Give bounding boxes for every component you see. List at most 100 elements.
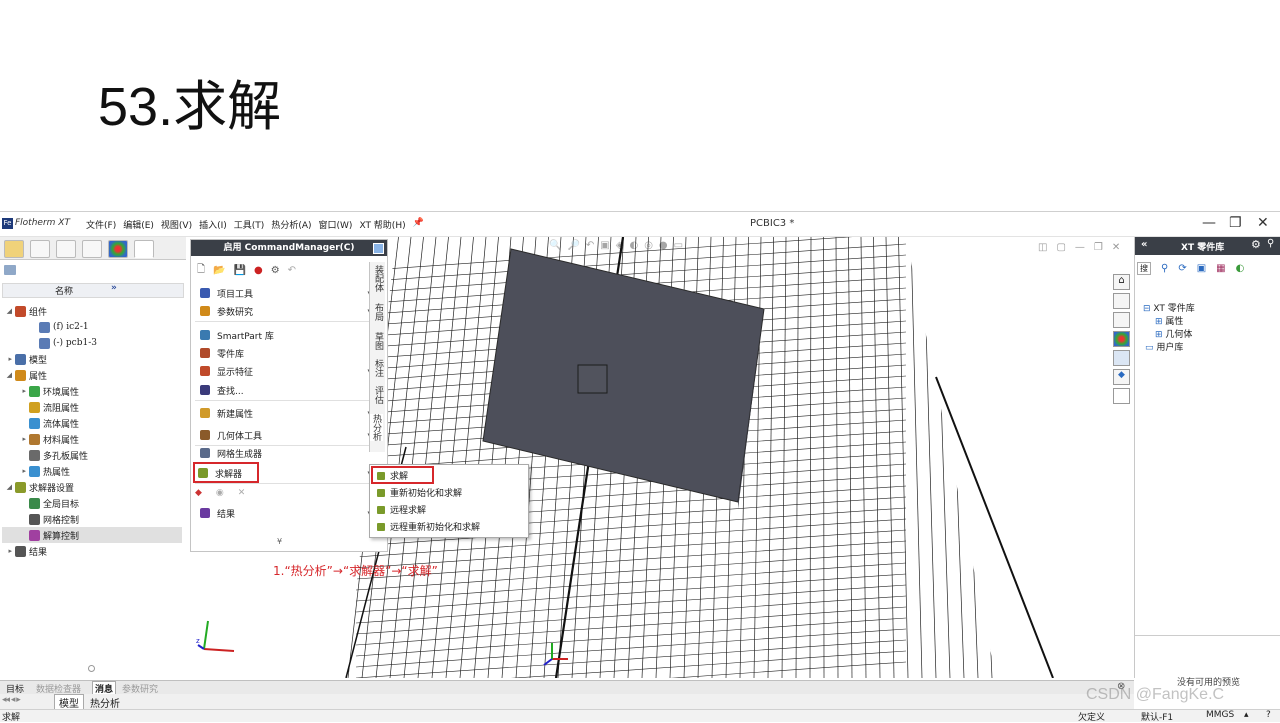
- xt-library-user[interactable]: ▭ 用户库: [1143, 342, 1195, 355]
- tree-item[interactable]: ◢ 求解器设置: [2, 479, 182, 495]
- expand-more-icon[interactable]: ¥: [277, 537, 282, 546]
- xt-library-icon[interactable]: [1113, 388, 1130, 404]
- expand-toggle-icon[interactable]: ▸: [2, 387, 29, 395]
- add-library-icon[interactable]: ▣: [1197, 263, 1206, 274]
- maximize-icon[interactable]: ❐: [1229, 215, 1242, 231]
- appearance-icon[interactable]: ●: [659, 240, 668, 254]
- command-manager-title[interactable]: 启用 CommandManager(C): [191, 240, 387, 256]
- section-view-icon[interactable]: ▣: [600, 240, 609, 254]
- cmd-parametric-study[interactable]: 参数研究▾: [195, 302, 371, 320]
- solve-quick-icon[interactable]: ◆: [195, 488, 202, 498]
- display-style-icon[interactable]: ◐: [629, 240, 638, 254]
- tab-dimxpert-icon[interactable]: [82, 240, 102, 258]
- tab-configuration-icon[interactable]: [56, 240, 76, 258]
- tree-item[interactable]: 全局目标: [2, 495, 182, 511]
- undo-icon[interactable]: ↶: [288, 265, 296, 276]
- xt-icon[interactable]: ◆: [1113, 369, 1130, 385]
- expand-chevron-icon[interactable]: »: [111, 283, 117, 293]
- viewport-tile-icon[interactable]: ▢: [1056, 242, 1065, 253]
- tree-item[interactable]: ▸ 模型: [2, 351, 182, 367]
- tab-thermal-analysis[interactable]: 热分析: [370, 414, 383, 441]
- pin-icon[interactable]: ⚲: [1267, 238, 1274, 249]
- xt-library-root[interactable]: ⊟ XT 零件库: [1143, 303, 1195, 316]
- custom-properties-icon[interactable]: [1113, 350, 1130, 366]
- expand-toggle-icon[interactable]: ▸: [2, 547, 15, 555]
- view-orientation-icon[interactable]: ◈: [616, 240, 624, 254]
- menu-tools[interactable]: 工具(T): [234, 218, 265, 231]
- cmd-smartpart-library[interactable]: SmartPart 库: [195, 326, 371, 344]
- cmd-parts-library[interactable]: 零件库: [195, 344, 371, 362]
- tab-evaluate[interactable]: 评估: [372, 386, 385, 404]
- hide-show-icon[interactable]: ◎: [644, 240, 653, 254]
- zoom-area-icon[interactable]: 🔎: [567, 240, 579, 254]
- minimize-icon[interactable]: —: [1202, 215, 1216, 231]
- expand-toggle-icon[interactable]: ▸: [2, 355, 15, 363]
- tab-markup[interactable]: 标注: [372, 359, 385, 377]
- tree-item[interactable]: 网格控制: [2, 511, 182, 527]
- tree-item[interactable]: (f) ic2-1: [2, 319, 182, 335]
- expand-toggle-icon[interactable]: ◢: [2, 307, 15, 315]
- settings-gear-icon[interactable]: ⚙: [271, 265, 280, 276]
- save-icon[interactable]: 💾: [234, 265, 246, 276]
- settings-gear-icon[interactable]: ⚙: [1251, 238, 1261, 251]
- tree-item[interactable]: ▸ 材料属性: [2, 431, 182, 447]
- submenu-reinit-solve[interactable]: 重新初始化和求解: [372, 484, 524, 501]
- collapse-chevron-icon[interactable]: «: [1141, 239, 1147, 250]
- scene-icon[interactable]: ▭: [674, 240, 683, 254]
- zoom-fit-icon[interactable]: 🔍: [549, 240, 561, 254]
- tree-item[interactable]: ▸ 环境属性: [2, 383, 182, 399]
- stop-icon[interactable]: ◉: [216, 488, 224, 498]
- search-box-icon[interactable]: 搜: [1137, 261, 1151, 275]
- expand-toggle-icon[interactable]: ◢: [2, 371, 15, 379]
- expand-toggle-icon[interactable]: ▸: [2, 435, 29, 443]
- close-icon[interactable]: ✕: [1257, 215, 1269, 231]
- menu-thermal[interactable]: 热分析(A): [271, 218, 311, 231]
- file-explorer-icon[interactable]: [1113, 312, 1130, 328]
- tree-item[interactable]: 流阻属性: [2, 399, 182, 415]
- submenu-remote-solve[interactable]: 远程求解: [372, 501, 524, 518]
- ic-component[interactable]: [577, 364, 608, 394]
- tab-flotherm-icon[interactable]: [134, 240, 154, 258]
- tab-nav-arrows-icon[interactable]: ◂◂ ◂ ▸: [2, 695, 21, 705]
- cancel-icon[interactable]: ✕: [238, 488, 246, 498]
- tree-item[interactable]: ◢ 属性: [2, 367, 182, 383]
- help-icon[interactable]: ?: [1266, 710, 1271, 720]
- tab-feature-manager-icon[interactable]: [4, 240, 24, 258]
- status-units[interactable]: MMGS: [1206, 710, 1234, 720]
- tree-item[interactable]: 流体属性: [2, 415, 182, 431]
- refresh-icon[interactable]: ⟳: [1178, 263, 1186, 274]
- viewport-close-icon[interactable]: ✕: [1112, 242, 1120, 253]
- open-icon[interactable]: 📂: [213, 265, 225, 276]
- expand-toggle-icon[interactable]: ◢: [2, 483, 15, 491]
- pin-icon[interactable]: 📌: [413, 218, 424, 231]
- tree-item[interactable]: 解算控制: [2, 527, 182, 543]
- menu-window[interactable]: 窗口(W): [319, 218, 353, 231]
- search-icon[interactable]: ⚲: [1161, 263, 1168, 274]
- tree-item[interactable]: ▸ 热属性: [2, 463, 182, 479]
- cmd-find[interactable]: 查找...: [195, 381, 371, 399]
- cmd-display-features[interactable]: 显示特征▾: [195, 362, 371, 380]
- cmd-solver[interactable]: 求解器▾: [193, 462, 371, 483]
- viewport-minimize-icon[interactable]: —: [1075, 242, 1085, 253]
- xt-library-geometry[interactable]: ⊞ 几何体: [1143, 329, 1195, 342]
- appearances-icon[interactable]: [1113, 331, 1130, 347]
- cmd-mesh-generator[interactable]: 网格生成器: [195, 444, 371, 462]
- cmd-new-attribute[interactable]: 新建属性▾: [195, 404, 371, 422]
- tab-layout[interactable]: 布局: [372, 303, 385, 321]
- home-icon[interactable]: ⌂: [1113, 274, 1130, 290]
- cmd-geometry-tools[interactable]: 几何体工具▾: [195, 426, 371, 444]
- viewport-restore-icon[interactable]: ❐: [1094, 242, 1103, 253]
- xt-library-attributes[interactable]: ⊞ 属性: [1143, 316, 1195, 329]
- cmd-project-tools[interactable]: 项目工具▾: [195, 284, 371, 302]
- menu-edit[interactable]: 编辑(E): [123, 218, 154, 231]
- submenu-remote-reinit-solve[interactable]: 远程重新初始化和求解: [372, 518, 524, 535]
- tree-item[interactable]: (-) pcb1-3: [2, 335, 182, 351]
- previous-view-icon[interactable]: ↶: [586, 240, 594, 254]
- import-icon[interactable]: ▦: [1216, 263, 1225, 274]
- dock-icon[interactable]: [373, 243, 384, 254]
- menu-insert[interactable]: 插入(I): [199, 218, 227, 231]
- tab-property-manager-icon[interactable]: [30, 240, 50, 258]
- filter-icon[interactable]: [4, 265, 16, 275]
- tab-display-manager-icon[interactable]: [108, 240, 128, 258]
- menu-help[interactable]: XT 帮助(H): [359, 218, 405, 231]
